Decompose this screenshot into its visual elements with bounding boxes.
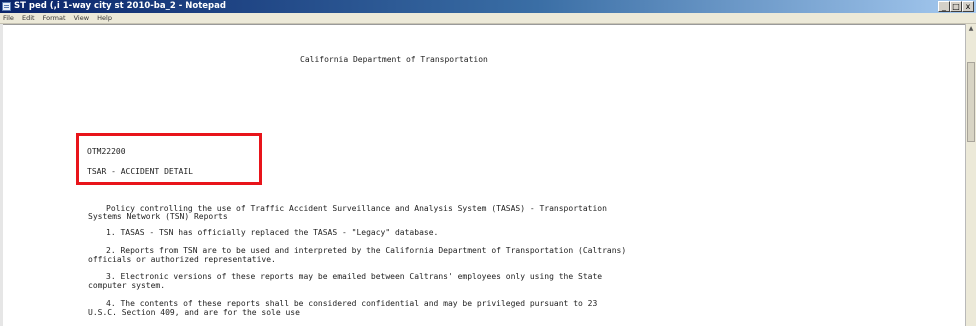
menu-bar: File Edit Format View Help [0, 13, 976, 24]
title-bar[interactable]: ST ped (,i 1-way city st 2010-ba_2 - Not… [0, 0, 976, 13]
menu-file[interactable]: File [3, 13, 14, 23]
menu-edit[interactable]: Edit [22, 13, 35, 23]
item-3-line-1: 3. Electronic versions of these reports … [106, 272, 603, 281]
item-2-line-2: officials or authorized representative. [88, 255, 276, 264]
maximize-button[interactable]: □ [950, 1, 962, 12]
item-1: 1. TASAS - TSN has officially replaced t… [106, 228, 439, 237]
window-controls: _ □ x [938, 1, 974, 12]
window-title: ST ped (,i 1-way city st 2010-ba_2 - Not… [14, 1, 226, 11]
item-3-line-2: computer system. [88, 281, 166, 290]
editor-left-edge [0, 24, 3, 326]
vertical-scrollbar[interactable]: ▲ [965, 24, 976, 326]
menu-format[interactable]: Format [43, 13, 66, 23]
document-heading: California Department of Transportation [300, 55, 488, 64]
highlight-annotation-box [76, 133, 262, 185]
scroll-thumb[interactable] [967, 62, 975, 142]
item-4-line-2: U.S.C. Section 409, and are for the sole… [88, 308, 300, 317]
scroll-up-arrow-icon[interactable]: ▲ [966, 24, 976, 34]
minimize-button[interactable]: _ [938, 1, 950, 12]
policy-line-2: Systems Network (TSN) Reports [88, 212, 228, 221]
close-button[interactable]: x [962, 1, 974, 12]
menu-help[interactable]: Help [97, 13, 112, 23]
menu-view[interactable]: View [74, 13, 89, 23]
notepad-icon [2, 2, 11, 11]
